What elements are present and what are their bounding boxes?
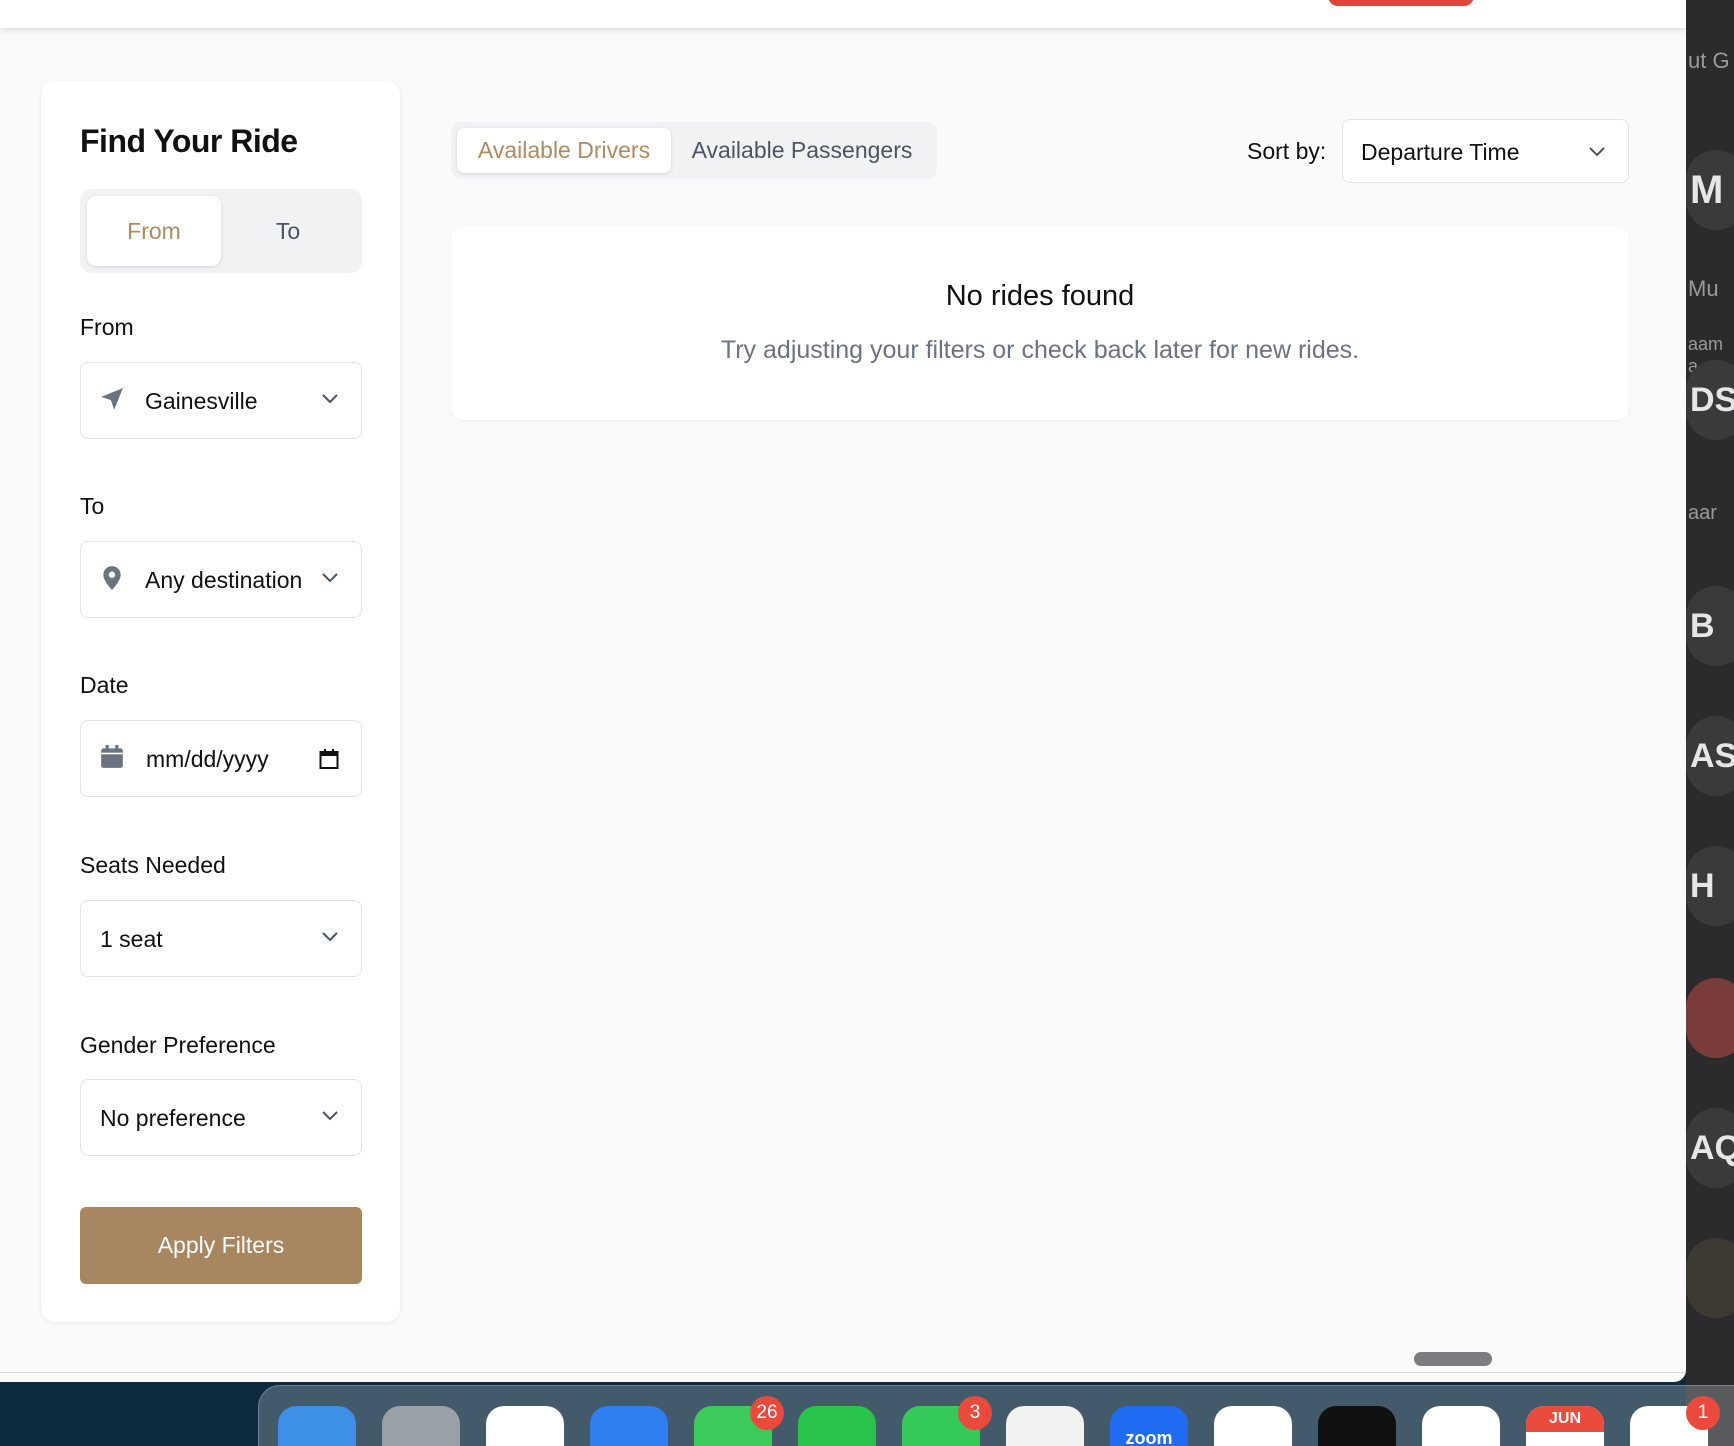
side-text: aar xyxy=(1688,502,1717,524)
seats-value: 1 seat xyxy=(100,926,163,952)
apply-filters-button[interactable]: Apply Filters xyxy=(80,1207,362,1284)
chevron-down-icon xyxy=(322,1111,338,1121)
empty-state-title: No rides found xyxy=(945,280,1135,312)
side-chip: M xyxy=(1686,150,1734,230)
from-value: Gainesville xyxy=(145,388,258,414)
dock-icon-label: JUN xyxy=(1526,1406,1604,1432)
chrome-icon[interactable] xyxy=(486,1406,564,1446)
background-app-strip: ut G M Mu aam a qu DS aar B AS H AQ xyxy=(1686,0,1734,1446)
tab-available-drivers[interactable]: Available Drivers xyxy=(457,128,671,173)
side-chip: B xyxy=(1686,586,1734,666)
gender-label: Gender Preference xyxy=(80,1032,276,1058)
side-text: ut G xyxy=(1688,48,1730,73)
window-bottom-divider xyxy=(0,1372,1686,1373)
sort-label: Sort by: xyxy=(1247,138,1327,164)
direction-toggle: From To xyxy=(80,189,362,273)
side-avatar-photo xyxy=(1686,978,1734,1058)
chevron-down-icon xyxy=(322,932,338,942)
find-my-icon[interactable] xyxy=(1006,1406,1084,1446)
side-chip: DS xyxy=(1686,360,1734,440)
side-avatar-photo xyxy=(1686,1238,1734,1318)
dock xyxy=(258,1385,1734,1446)
finder-icon[interactable] xyxy=(278,1406,356,1446)
empty-state-card: No rides found Try adjusting your filter… xyxy=(451,226,1629,420)
browser-window: Find Your Ride From To From Gainesville … xyxy=(0,0,1686,1382)
seats-select[interactable]: 1 seat xyxy=(80,900,362,977)
launchpad-icon[interactable] xyxy=(382,1406,460,1446)
from-select[interactable]: Gainesville xyxy=(80,362,362,439)
side-chip: AS xyxy=(1686,716,1734,796)
side-chip: AQ xyxy=(1686,1108,1734,1188)
horizontal-scrollbar[interactable] xyxy=(1414,1352,1492,1366)
empty-state-subtitle: Try adjusting your filters or check back… xyxy=(720,336,1360,364)
filter-title: Find Your Ride xyxy=(80,123,298,159)
map-pin-icon xyxy=(103,566,121,590)
gender-value: No preference xyxy=(100,1105,246,1131)
chevron-down-icon xyxy=(322,573,338,583)
seats-label: Seats Needed xyxy=(80,852,226,878)
date-placeholder: mm/dd/yyyy xyxy=(146,746,269,772)
toggle-to[interactable]: To xyxy=(221,196,355,266)
vscode-icon[interactable] xyxy=(1214,1406,1292,1446)
results-tabs: Available Drivers Available Passengers xyxy=(451,122,937,179)
date-picker-icon[interactable] xyxy=(319,748,339,770)
sort-select[interactable]: Departure Time xyxy=(1342,119,1629,183)
notification-badge: 26 xyxy=(750,1396,784,1430)
chatgpt-icon[interactable] xyxy=(1422,1406,1500,1446)
side-text: aam xyxy=(1688,334,1724,354)
mailspring-icon[interactable] xyxy=(1318,1406,1396,1446)
calendar-icon[interactable]: JUN xyxy=(1526,1406,1604,1446)
notification-badge: 1 xyxy=(1686,1396,1720,1430)
toggle-from[interactable]: From xyxy=(87,196,221,266)
zoom-icon[interactable]: zoom xyxy=(1110,1406,1188,1446)
top-nav-bar xyxy=(0,0,1686,28)
side-chip: H xyxy=(1686,846,1734,926)
chevron-down-icon xyxy=(322,394,338,404)
sort-value: Departure Time xyxy=(1361,139,1520,165)
chevron-down-icon xyxy=(1589,147,1605,157)
to-select[interactable]: Any destination xyxy=(80,541,362,618)
tab-available-passengers[interactable]: Available Passengers xyxy=(673,128,931,173)
from-label: From xyxy=(80,314,134,340)
dock-icon-label: zoom xyxy=(1125,1428,1173,1446)
side-text: Mu xyxy=(1688,276,1719,301)
mail-icon[interactable] xyxy=(590,1406,668,1446)
date-input[interactable]: mm/dd/yyyy xyxy=(80,720,362,797)
calendar-icon xyxy=(101,745,123,768)
to-label: To xyxy=(80,493,105,519)
date-label: Date xyxy=(80,672,129,698)
whatsapp-icon[interactable] xyxy=(798,1406,876,1446)
notification-badge: 3 xyxy=(958,1396,992,1430)
gender-select[interactable]: No preference xyxy=(80,1079,362,1156)
filter-panel: Find Your Ride From To From Gainesville … xyxy=(41,81,400,1322)
to-value: Any destination xyxy=(145,567,303,593)
navigation-arrow-icon xyxy=(101,388,123,410)
nav-action-button[interactable] xyxy=(1328,0,1474,6)
